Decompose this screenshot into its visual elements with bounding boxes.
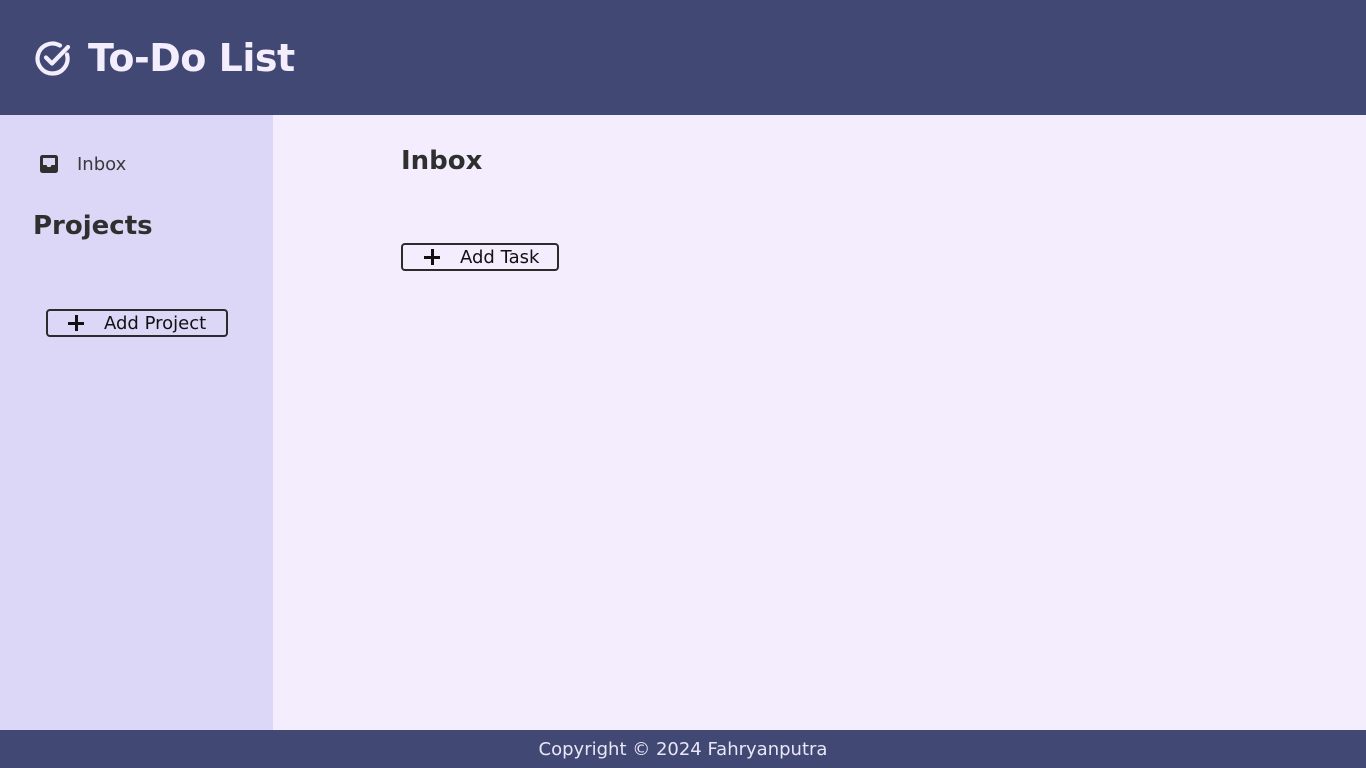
plus-icon xyxy=(424,249,440,265)
sidebar-item-label: Inbox xyxy=(77,153,127,175)
app-header: To-Do List xyxy=(0,0,1366,115)
inbox-icon xyxy=(38,153,60,175)
add-project-label: Add Project xyxy=(104,312,207,334)
check-circle-icon xyxy=(34,39,72,77)
app-root: To-Do List Inbox Projects Add Project In… xyxy=(0,0,1366,768)
add-task-label: Add Task xyxy=(460,246,540,268)
add-project-button[interactable]: Add Project xyxy=(46,309,228,337)
plus-icon xyxy=(68,315,84,331)
projects-heading: Projects xyxy=(33,211,153,241)
copyright-text: Copyright © 2024 Fahryanputra xyxy=(538,738,828,760)
app-title: To-Do List xyxy=(88,35,295,80)
main-content: Inbox Add Task xyxy=(273,115,1366,730)
sidebar-item-inbox[interactable]: Inbox xyxy=(38,152,126,176)
add-task-button[interactable]: Add Task xyxy=(401,243,559,271)
app-footer: Copyright © 2024 Fahryanputra xyxy=(0,730,1366,768)
sidebar: Inbox Projects Add Project xyxy=(0,115,273,730)
page-title: Inbox xyxy=(401,146,483,176)
